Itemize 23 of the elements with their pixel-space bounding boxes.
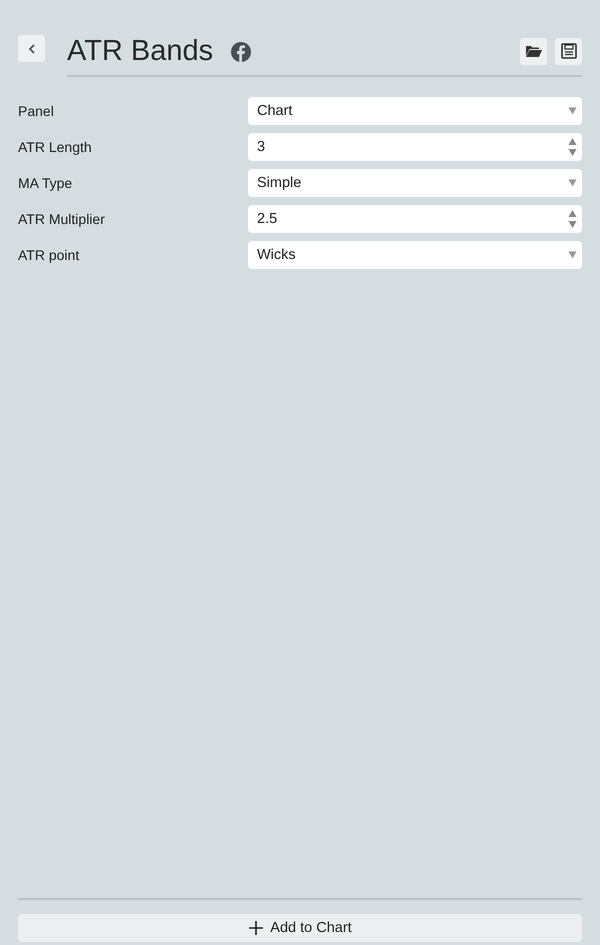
save-icon[interactable] (555, 38, 582, 64)
facebook-icon[interactable] (231, 42, 252, 62)
field-label: Panel (18, 103, 55, 119)
field-label: ATR Length (18, 139, 93, 155)
dropdown[interactable]: Wicks (248, 241, 582, 269)
dropdown[interactable]: Simple (248, 169, 582, 197)
number-field[interactable]: 3 (248, 133, 582, 161)
add-to-chart-button[interactable]: Add to Chart (18, 914, 582, 942)
field-label: ATR Multiplier (18, 211, 106, 227)
number-field[interactable]: 2.5 (248, 205, 582, 233)
stepper-icon[interactable] (568, 137, 577, 157)
dropdown[interactable]: Chart (248, 97, 582, 125)
plus-icon (248, 920, 264, 936)
field-label: MA Type (18, 175, 74, 191)
stepper-icon[interactable] (568, 209, 577, 229)
folder-icon[interactable] (520, 38, 547, 64)
panel-title: ATR Bands (67, 35, 214, 67)
caret-icon (568, 179, 577, 187)
back-button[interactable] (18, 35, 45, 62)
field-label: ATR point (18, 247, 80, 263)
caret-icon (568, 107, 577, 115)
chevron-left-icon (26, 42, 36, 54)
caret-icon (568, 251, 577, 259)
